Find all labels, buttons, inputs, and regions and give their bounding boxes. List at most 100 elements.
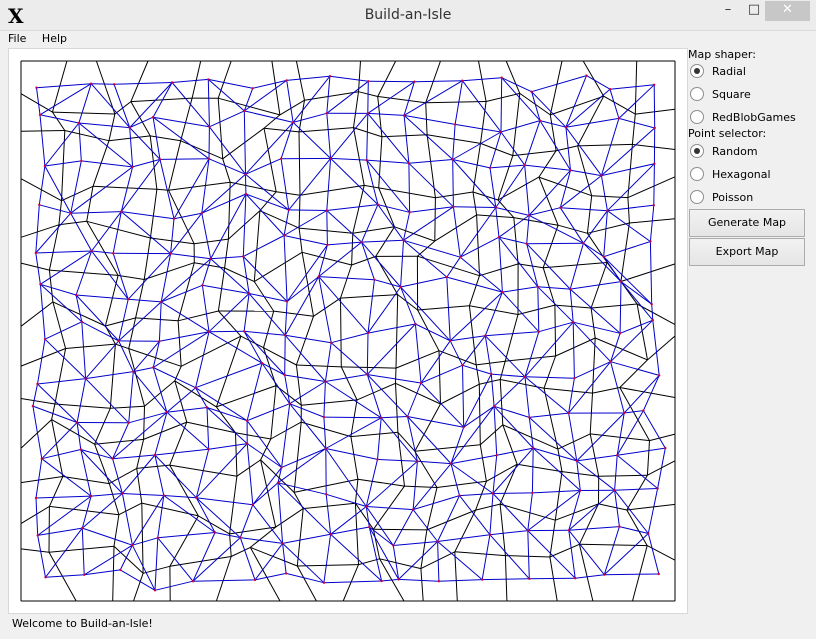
site-point (325, 112, 328, 115)
delaunay-edge (245, 193, 289, 211)
voronoi-edge (554, 471, 563, 521)
close-icon[interactable]: ✕ (765, 1, 810, 21)
radio-poisson-indicator[interactable] (690, 190, 704, 204)
voronoi-edge (20, 476, 63, 484)
voronoi-edge (603, 95, 636, 115)
radio-hexagonal[interactable]: Hexagonal (690, 165, 771, 183)
voronoi-edge (649, 433, 676, 442)
radio-random-indicator[interactable] (690, 144, 704, 158)
delaunay-edge (44, 165, 72, 214)
delaunay-edge (537, 286, 571, 290)
voronoi-edge (505, 60, 521, 94)
voronoi-edge (468, 275, 480, 306)
site-point (325, 493, 328, 496)
site-point (317, 275, 320, 278)
delaunay-edge (367, 374, 422, 384)
voronoi-edge (476, 360, 506, 366)
voronoi-edge (340, 366, 358, 401)
voronoi-edge (52, 301, 67, 349)
delaunay-edge (112, 454, 155, 460)
delaunay-edge (524, 376, 569, 414)
site-point (574, 577, 577, 580)
site-point (170, 81, 174, 84)
site-point (329, 533, 332, 536)
delaunay-edge (459, 493, 494, 497)
radio-poisson-label: Poisson (712, 190, 754, 204)
export-map-button[interactable]: Export Map (689, 238, 805, 266)
voronoi-edge (598, 474, 648, 477)
site-point (367, 80, 370, 83)
delaunay-edge (642, 410, 666, 449)
menu-help[interactable]: Help (42, 32, 67, 45)
delaunay-edge (261, 362, 291, 404)
voronoi-edge (222, 158, 231, 183)
voronoi-edge (373, 528, 427, 531)
delaunay-edge (70, 211, 122, 214)
radio-hexagonal-indicator[interactable] (690, 167, 704, 181)
delaunay-edge (524, 376, 575, 379)
voronoi-edge (58, 200, 62, 225)
site-point (120, 210, 123, 213)
delaunay-edge (91, 211, 122, 252)
site-point (172, 217, 176, 220)
radio-redblobgames[interactable]: RedBlobGames (690, 108, 796, 126)
site-point (490, 372, 493, 376)
delaunay-edge (502, 291, 540, 333)
site-point (406, 415, 409, 418)
site-point (288, 402, 291, 405)
delaunay-edge (243, 293, 250, 332)
delaunay-edge (400, 276, 447, 288)
radio-redblobgames-indicator[interactable] (690, 110, 704, 124)
delaunay-edge (377, 417, 382, 460)
voronoi-edge (512, 150, 557, 157)
menu-file[interactable]: File (8, 32, 26, 45)
delaunay-edge (325, 381, 382, 419)
voronoi-edge (108, 113, 116, 141)
delaunay-edge (41, 422, 78, 460)
site-point (245, 419, 249, 422)
delaunay-edge (529, 577, 576, 580)
site-point (376, 203, 380, 206)
site-point (243, 109, 246, 113)
radio-random[interactable]: Random (690, 142, 758, 160)
delaunay-edge (462, 365, 465, 428)
delaunay-edge (36, 83, 92, 89)
map-canvas[interactable] (8, 48, 688, 614)
delaunay-edge (326, 158, 332, 211)
delaunay-edge (254, 543, 283, 581)
site-point (373, 278, 376, 281)
voronoi-edge (340, 294, 398, 299)
site-point (283, 373, 286, 377)
voronoi-edge (49, 505, 119, 516)
radio-square[interactable]: Square (690, 85, 751, 103)
site-point (618, 525, 621, 528)
voronoi-edge (20, 93, 53, 113)
site-point (573, 377, 576, 380)
radio-radial[interactable]: Radial (690, 62, 746, 80)
delaunay-edge (289, 381, 326, 405)
site-point (165, 411, 169, 414)
delaunay-edge (324, 342, 332, 382)
site-point (603, 573, 606, 576)
site-point (131, 544, 134, 547)
site-point (462, 426, 465, 429)
delaunay-edge (404, 114, 456, 125)
minimize-icon[interactable]: – (715, 1, 741, 21)
delaunay-edge (610, 361, 660, 376)
generate-map-button[interactable]: Generate Map (689, 209, 805, 237)
radio-radial-indicator[interactable] (690, 64, 704, 78)
map-shaper-label: Map shaper: (688, 48, 756, 61)
maximize-icon[interactable]: □ (741, 1, 767, 21)
voronoi-edge (504, 555, 508, 602)
voronoi-edge (350, 431, 398, 438)
site-point (77, 121, 81, 125)
site-point (84, 377, 87, 380)
voronoi-edge (554, 304, 592, 309)
radio-square-indicator[interactable] (690, 87, 704, 101)
voronoi-edge (475, 481, 487, 511)
site-point (399, 285, 402, 289)
site-point (132, 370, 135, 373)
radio-poisson[interactable]: Poisson (690, 188, 753, 206)
site-point (606, 209, 609, 212)
voronoi-edge (420, 568, 424, 602)
